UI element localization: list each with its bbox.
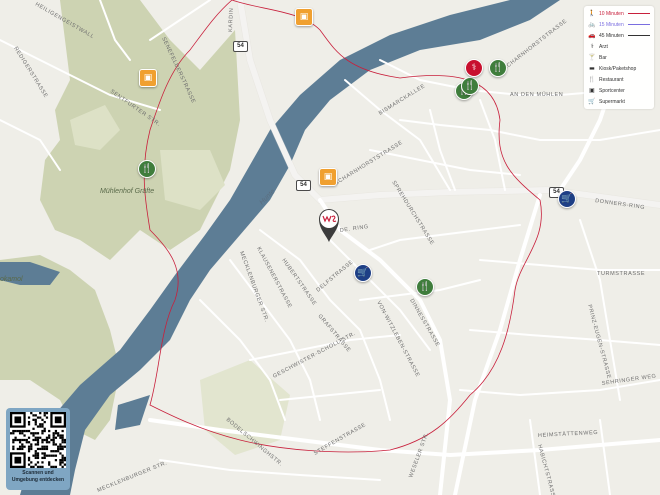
legend-line — [627, 24, 650, 25]
legend-item-8: 🛒 Supermarkt — [588, 96, 650, 107]
qr-code[interactable] — [10, 412, 66, 468]
qr-modules — [10, 412, 66, 468]
sport-icon[interactable]: ▣ — [139, 69, 157, 87]
doctor-icon: ⚕ — [590, 43, 594, 50]
street-label-an-den-muehlen: AN DEN MÜHLEN — [510, 91, 563, 98]
kiosk-icon: ▬ — [589, 65, 595, 72]
sport-icon[interactable]: ▣ — [295, 8, 313, 26]
bar-icon: 🍸 — [588, 54, 596, 61]
map-legend: 🚶 10 Minuten 🚲 15 Minuten 🚗 45 Minuten ⚕ Arzt 🍸 B… — [584, 6, 654, 109]
restaurant-icon: 🍴 — [588, 76, 596, 83]
place-label-muehlenhof: Mühlenhof Gräfte — [100, 188, 154, 195]
supermarket-icon[interactable]: 🛒 — [354, 264, 372, 282]
legend-item-0: 🚶 10 Minuten — [588, 8, 650, 19]
restaurant-icon[interactable]: 🍴 — [138, 160, 156, 178]
place-label-cut: okamol — [0, 276, 23, 283]
restaurant-icon[interactable]: 🍴 — [416, 278, 434, 296]
street-label-turmstrasse: TURMSTRASSE — [597, 271, 645, 277]
road-shield-54-center: 54 — [296, 180, 311, 191]
location-pin-icon[interactable] — [317, 207, 341, 243]
legend-label: 10 Minuten — [599, 10, 624, 17]
legend-item-4: 🍸 Bar — [588, 52, 650, 63]
legend-label: 15 Minuten — [599, 21, 624, 28]
legend-item-2: 🚗 45 Minuten — [588, 30, 650, 41]
legend-line — [627, 35, 650, 36]
supermarket-icon: 🛒 — [588, 98, 596, 105]
legend-item-6: 🍴 Restaurant — [588, 74, 650, 85]
sport-icon: ▣ — [589, 87, 595, 94]
legend-line — [627, 13, 650, 14]
supermarket-icon[interactable]: 🛒 — [558, 190, 576, 208]
legend-label: Sportcenter — [599, 87, 625, 94]
legend-item-3: ⚕ Arzt — [588, 41, 650, 52]
legend-item-5: ▬ Kiosk/Paketshop — [588, 63, 650, 74]
legend-label: 45 Minuten — [599, 32, 624, 39]
legend-label: Restaurant — [599, 76, 624, 83]
doctor-icon[interactable]: ⚕ — [465, 59, 483, 77]
car-icon: 🚗 — [588, 32, 596, 39]
legend-label: Arzt — [599, 43, 608, 50]
restaurant-icon[interactable]: 🍴 — [461, 77, 479, 95]
qr-caption-line-2: Umgebung entdecken — [11, 476, 65, 483]
legend-item-7: ▣ Sportcenter — [588, 85, 650, 96]
sport-icon[interactable]: ▣ — [319, 168, 337, 186]
restaurant-icon[interactable]: 🍴 — [489, 59, 507, 77]
map-canvas[interactable]: HEILIGENGEISTWALL REDIGERSTRASSE SENEFEL… — [0, 0, 660, 495]
legend-label: Supermarkt — [599, 98, 625, 105]
road-shield-54-north: 54 — [233, 41, 248, 52]
walk-icon: 🚶 — [588, 10, 596, 17]
bike-icon: 🚲 — [588, 21, 596, 28]
legend-item-1: 🚲 15 Minuten — [588, 19, 650, 30]
street-label-kardinal: KARDIN — [228, 7, 235, 32]
legend-label: Bar — [599, 54, 607, 61]
qr-card[interactable]: Scannen und Umgebung entdecken — [6, 408, 70, 490]
legend-label: Kiosk/Paketshop — [599, 65, 637, 72]
qr-caption: Scannen und Umgebung entdecken — [6, 470, 70, 483]
